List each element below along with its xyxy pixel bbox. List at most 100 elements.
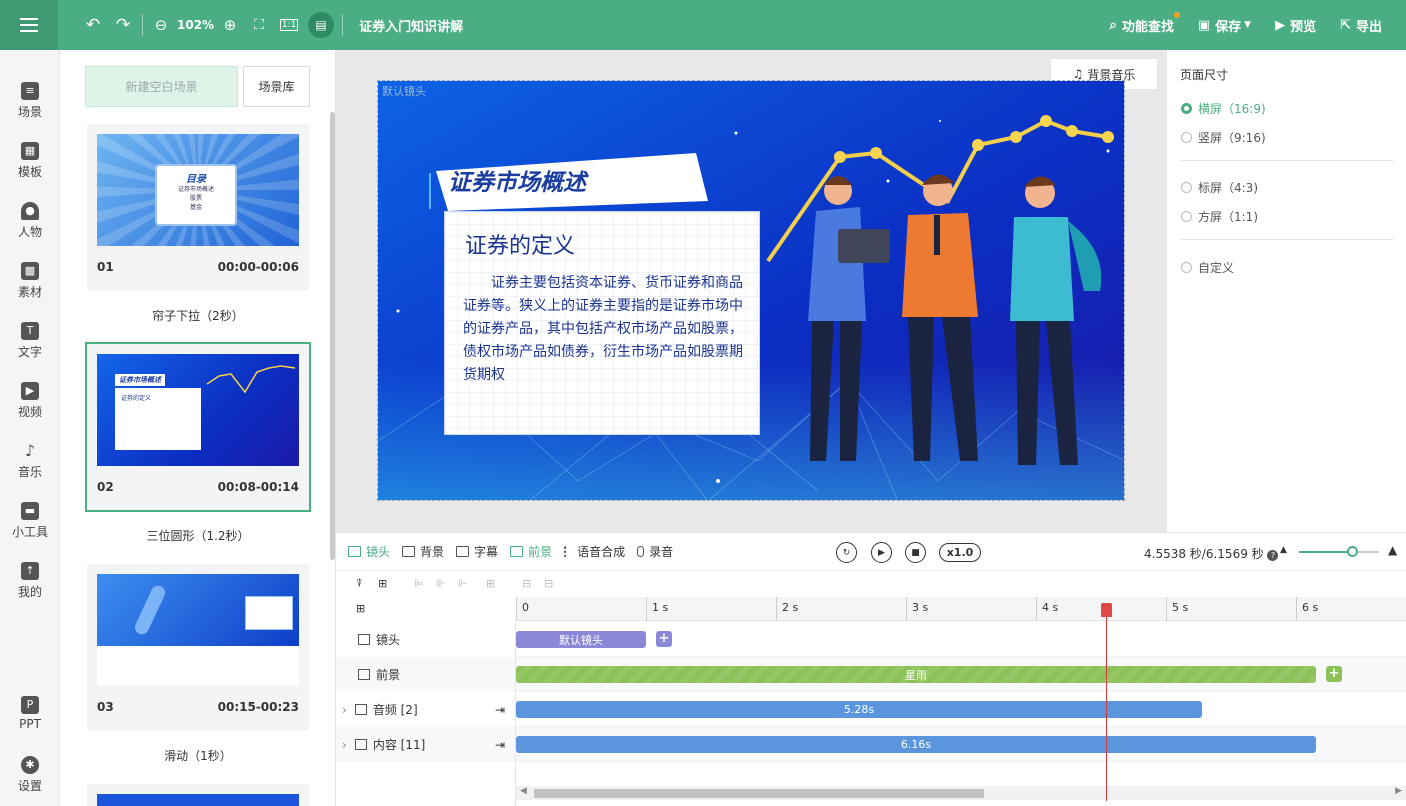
play-button[interactable]: ▶ [871,542,892,563]
actual-size-button[interactable]: 1:1 [278,10,300,40]
scene-card-02[interactable]: 证券市场概述 证券的定义 02 00:08-00:14 [85,342,311,512]
track-label-lens[interactable]: 镜头 [336,622,516,657]
hscroll-thumb[interactable] [534,789,984,798]
stop-button[interactable]: ■ [905,542,926,563]
redo-button[interactable]: ↷ [112,10,134,40]
nav-mine[interactable]: ↑ 我的 [0,562,60,600]
menu-button[interactable] [0,0,58,50]
slide-title[interactable]: 证券市场概述 [448,163,586,197]
add-lens-button[interactable]: + [656,631,672,647]
tab-lens[interactable]: 镜头 [348,543,390,560]
zoom-out-timeline-icon[interactable]: ▲ [1280,545,1287,555]
nav-character[interactable]: ● 人物 [0,202,60,240]
foreground-clip[interactable]: 星雨 [516,666,1316,683]
find-feature-button[interactable]: ⌕ 功能查找 [1110,11,1180,35]
track-lens[interactable]: 默认镜头 + [516,622,1406,657]
nav-video[interactable]: ▶ 视频 [0,382,60,420]
scene-library-button[interactable]: 场景库 [243,66,310,107]
content-clip[interactable]: 6.16s [516,736,1316,753]
size-option-square[interactable]: 方屏（1:1) [1181,208,1258,225]
track-audio[interactable]: 5.28s [516,692,1406,727]
nav-material[interactable]: ▩ 素材 [0,262,60,300]
unstack-icon[interactable]: ⊟ [544,577,553,590]
nav-scene[interactable]: ≡ 场景 [0,82,60,120]
nav-music[interactable]: ♪ 音乐 [0,442,60,480]
tab-subtitle[interactable]: 字幕 [456,543,498,560]
fullscreen-icon: ⛶ [254,17,264,33]
tab-record[interactable]: 录音 [637,543,673,560]
distribute-icon[interactable]: ⊞ [486,577,495,590]
speed-button[interactable]: x1.0 [939,543,981,562]
undo-button[interactable]: ↶ [82,10,104,40]
tab-label: 字幕 [474,545,499,559]
card-heading[interactable]: 证券的定义 [465,228,575,260]
nav-tools[interactable]: ▬ 小工具 [0,502,60,540]
track-content[interactable]: 6.16s [516,727,1406,762]
expand-chevron-icon[interactable]: › [342,738,347,752]
layout-icon[interactable]: ⊞ [356,602,365,615]
audio-clip[interactable]: 5.28s [516,701,1202,718]
scene-transition[interactable]: 帘子下拉（2秒） [60,307,336,324]
scene-card-04-partial[interactable] [87,784,309,806]
new-blank-scene-button[interactable]: 新建空白场景 [85,66,238,107]
help-icon[interactable]: ? [1267,550,1279,561]
add-foreground-button[interactable]: + [1326,666,1342,682]
tab-label: 背景 [420,545,445,559]
expand-chevron-icon[interactable]: › [342,703,347,717]
scene-transition[interactable]: 三位圆形（1.2秒） [60,527,336,544]
nav-template-label: 模板 [17,165,42,179]
align-right-icon[interactable]: ⊩ [458,577,468,590]
slider-knob[interactable] [1347,546,1358,557]
zoom-in-timeline-icon[interactable]: ▲ [1388,543,1397,557]
scene-number: 01 [97,260,114,274]
scene-scrollbar[interactable] [330,112,335,560]
subtitle-toggle-button[interactable]: ▤ [308,12,335,38]
scroll-left-icon[interactable]: ◀ [520,786,527,796]
document-title[interactable]: 证券入门知识讲解 [359,16,463,35]
nav-text[interactable]: T 文字 [0,322,60,360]
track-enter-icon[interactable]: ⇥ [495,738,505,752]
scene-card-03[interactable]: 03 00:15-00:23 [87,564,309,730]
replay-button[interactable]: ↻ [836,542,857,563]
size-option-landscape[interactable]: 横屏（16:9) [1181,100,1266,117]
nav-template[interactable]: ▦ 模板 [0,142,60,180]
timeline-hscroll[interactable]: ◀ ▶ [516,786,1406,800]
music-icon: ♪ [24,441,36,460]
align-left-icon[interactable]: ⊫ [414,577,424,590]
tab-foreground[interactable]: 前景 [510,543,552,560]
material-icon: ▩ [21,262,39,280]
track-enter-icon[interactable]: ⇥ [495,703,505,717]
size-option-portrait[interactable]: 竖屏（9:16) [1181,129,1266,146]
scene-card-01[interactable]: 目录 证券市场概述 股票 基金 01 00:00-00:06 [87,124,309,290]
size-option-custom[interactable]: 自定义 [1181,259,1234,276]
fullscreen-button[interactable]: ⛶ [248,10,270,40]
scene-transition[interactable]: 滑动（1秒） [60,747,336,764]
tab-background[interactable]: 背景 [402,543,444,560]
track-foreground[interactable]: 星雨 + [516,657,1406,692]
nav-ppt[interactable]: P PPT [0,696,60,731]
playhead-handle[interactable] [1101,603,1112,617]
track-label-audio[interactable]: › 音频 [2] ⇥ [336,692,516,727]
track-label-content[interactable]: › 内容 [11] ⇥ [336,727,516,762]
lens-clip[interactable]: 默认镜头 [516,631,646,648]
scroll-right-icon[interactable]: ▶ [1395,786,1402,796]
align-center-icon[interactable]: ⊪ [436,577,446,590]
zoom-in-button[interactable]: ⊕ [220,10,240,40]
definition-card[interactable]: 证券的定义 证券主要包括资本证券、货币证券和商品证券等。狭义上的证券主要指的是证… [444,211,760,435]
tab-tts[interactable]: 语音合成 [564,543,625,560]
size-option-standard[interactable]: 标屏（4:3) [1181,179,1258,196]
timeline-zoom-slider[interactable] [1299,546,1379,557]
save-button[interactable]: ▣ 保存 ▼ [1198,16,1251,35]
export-button[interactable]: ⇱ 导出 [1340,16,1382,35]
size-option-label: 竖屏（9:16) [1198,131,1266,145]
nav-settings[interactable]: ✱ 设置 [0,756,60,794]
canvas-stage[interactable]: 默认镜头 证券市场概述 证券的定义 证券主要包括资本证券、货币证券和商品证券等。… [377,80,1125,501]
track-label-foreground[interactable]: 前景 [336,657,516,692]
time-ruler[interactable]: 0 1 s 2 s 3 s 4 s 5 s 6 s [516,597,1406,621]
group-icon[interactable]: ⊞ [378,577,387,590]
card-body-text[interactable]: 证券主要包括资本证券、货币证券和商品证券等。狭义上的证券主要指的是证券市场中的证… [463,272,743,387]
zoom-out-button[interactable]: ⊖ [151,10,171,40]
preview-button[interactable]: ▶ 预览 [1275,16,1316,35]
stack-icon[interactable]: ⊟ [522,577,531,590]
filter-icon[interactable]: ⍒ [356,577,363,591]
